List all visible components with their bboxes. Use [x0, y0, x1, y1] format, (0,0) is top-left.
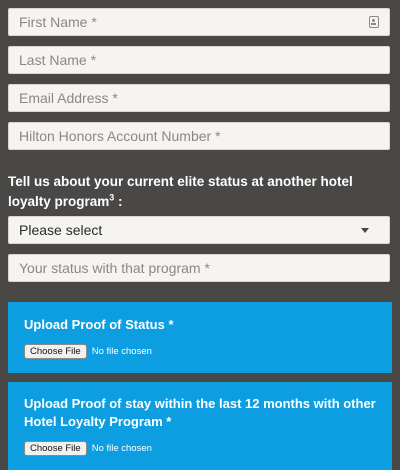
upload-proof-of-status-panel: Upload Proof of Status * Choose File No …: [8, 302, 392, 373]
file-status-text: No file chosen: [91, 346, 152, 357]
honors-number-field[interactable]: Hilton Honors Account Number *: [8, 122, 390, 150]
question-text: Tell us about your current elite status …: [8, 174, 353, 209]
last-name-field[interactable]: Last Name *: [8, 46, 390, 74]
email-field[interactable]: Email Address *: [8, 84, 390, 112]
choose-file-button[interactable]: Choose File: [24, 344, 87, 359]
select-value: Please select: [19, 222, 103, 238]
honors-number-placeholder: Hilton Honors Account Number *: [19, 128, 221, 144]
file-status-text: No file chosen: [91, 443, 152, 454]
upload-status-title: Upload Proof of Status *: [24, 317, 174, 332]
contact-card-icon[interactable]: [369, 16, 379, 28]
first-name-placeholder: First Name *: [19, 14, 97, 30]
loyalty-status-question: Tell us about your current elite status …: [8, 172, 392, 212]
last-name-placeholder: Last Name *: [19, 52, 97, 68]
file-input[interactable]: Choose File No file chosen: [24, 441, 376, 456]
chevron-down-icon: [361, 227, 369, 233]
loyalty-program-select[interactable]: Please select: [8, 216, 390, 244]
status-placeholder: Your status with that program *: [19, 260, 210, 276]
choose-file-button[interactable]: Choose File: [24, 441, 87, 456]
email-placeholder: Email Address *: [19, 90, 118, 106]
first-name-field[interactable]: First Name *: [8, 8, 390, 36]
file-input[interactable]: Choose File No file chosen: [24, 344, 376, 359]
upload-stay-title: Upload Proof of stay within the last 12 …: [24, 396, 376, 429]
upload-proof-of-stay-panel: Upload Proof of stay within the last 12 …: [8, 382, 392, 470]
question-suffix: :: [114, 194, 123, 209]
status-field[interactable]: Your status with that program *: [8, 254, 390, 282]
